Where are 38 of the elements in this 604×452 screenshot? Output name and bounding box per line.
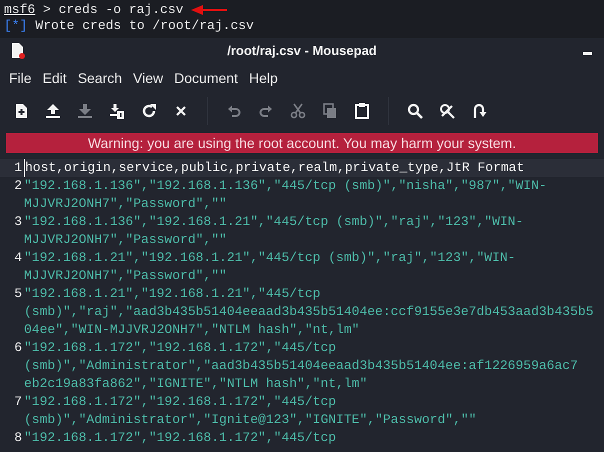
code-line: "192.168.1.21","192.168.1.21","445/tcp (smb)","raj","123","WIN- [24, 249, 516, 267]
code-line: "192.168.1.136","192.168.1.136","445/tcp (smb)","nisha","987","WIN- [24, 177, 547, 195]
code-line: MJJVRJ2ONH7","Password","" [24, 195, 228, 213]
arrow-icon [191, 5, 228, 15]
code-line: 04ee","WIN-MJJVRJ2ONH7","NTLM hash","nt,lm" [24, 321, 360, 339]
code-line: MJJVRJ2ONH7","Password","" [24, 231, 228, 249]
code-line: "192.168.1.136","192.168.1.21","445/tcp (smb)","raj","123","WIN- [24, 213, 524, 231]
line-number: 1 [13, 159, 23, 177]
output-text: Wrote creds to /root/raj.csv [35, 18, 254, 34]
code-line: MJJVRJ2ONH7","Password","" [24, 267, 228, 285]
status-marker: [*] [4, 18, 28, 34]
command-text: > creds -o raj.csv [42, 2, 184, 18]
line-number: 6 [13, 339, 23, 357]
prompt-text: msf6 [4, 2, 36, 18]
code-line: "192.168.1.172","192.168.1.172","445/tcp [24, 393, 338, 411]
menu-item[interactable]: Edit [38, 68, 72, 88]
menu-item[interactable]: View [128, 68, 168, 88]
code-line: (smb)","Administrator","aad3b435b51404eeaad3b435b51404ee:af1226959a6ac7 [24, 357, 578, 375]
menu-item[interactable]: File [4, 68, 37, 88]
menu-item[interactable]: Document [169, 68, 243, 88]
window-title: /root/raj.csv - Mousepad [227, 42, 377, 60]
code-line: "192.168.1.172","192.168.1.172","445/tcp [24, 429, 336, 447]
code-line: "192.168.1.21","192.168.1.21","445/tcp [24, 285, 322, 303]
code-line: (smb)","raj","aad3b435b51404eeaad3b435b51404ee:ccf9155e3e7db453aad3b435b5 [24, 303, 594, 321]
line-number: 3 [13, 213, 23, 231]
document-icon [10, 43, 26, 59]
code-line: eb2c19a83fa862","IGNITE","NTLM hash","nt,lm" [24, 375, 368, 393]
menu-item[interactable]: Help [244, 68, 283, 88]
line-number: 4 [13, 249, 23, 267]
line-number: 7 [13, 393, 23, 411]
line-number: 5 [13, 285, 23, 303]
menu-item[interactable]: Search [72, 68, 128, 88]
code-line: (smb)","Administrator","Ignite@123","IGNITE","Password","" [24, 411, 476, 429]
code-line: "192.168.1.172","192.168.1.172","445/tcp [24, 339, 338, 357]
line-number: 8 [13, 429, 23, 447]
code-line: host,origin,service,public,private,realm,private_type,JtR Format [24, 159, 524, 177]
warning-banner: Warning: you are using the root account. You may harm your system. [6, 133, 598, 153]
line-number: 2 [13, 177, 23, 195]
